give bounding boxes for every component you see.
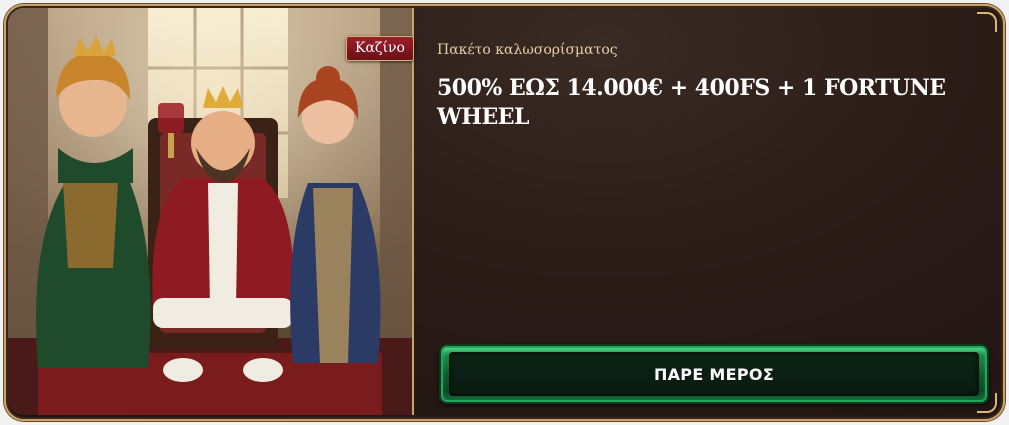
offer-headline: 500% ΕΩΣ 14.000€ + 400FS + 1 FORTUNE WHE… — [437, 75, 946, 130]
join-button[interactable]: ΠΑΡΕ ΜΕΡΟΣ — [439, 344, 989, 404]
join-button-label: ΠΑΡΕ ΜΕΡΟΣ — [653, 364, 775, 384]
frame-corner-ornament — [977, 12, 997, 32]
offer-subtitle: Πακέτο καλωσορίσματος — [437, 42, 618, 58]
promo-card: Καζίνο Πακέτο καλωσορίσματος 500% ΕΩΣ 14… — [4, 4, 1005, 421]
category-badge: Καζίνο — [346, 36, 414, 61]
promo-illustration — [8, 8, 414, 415]
